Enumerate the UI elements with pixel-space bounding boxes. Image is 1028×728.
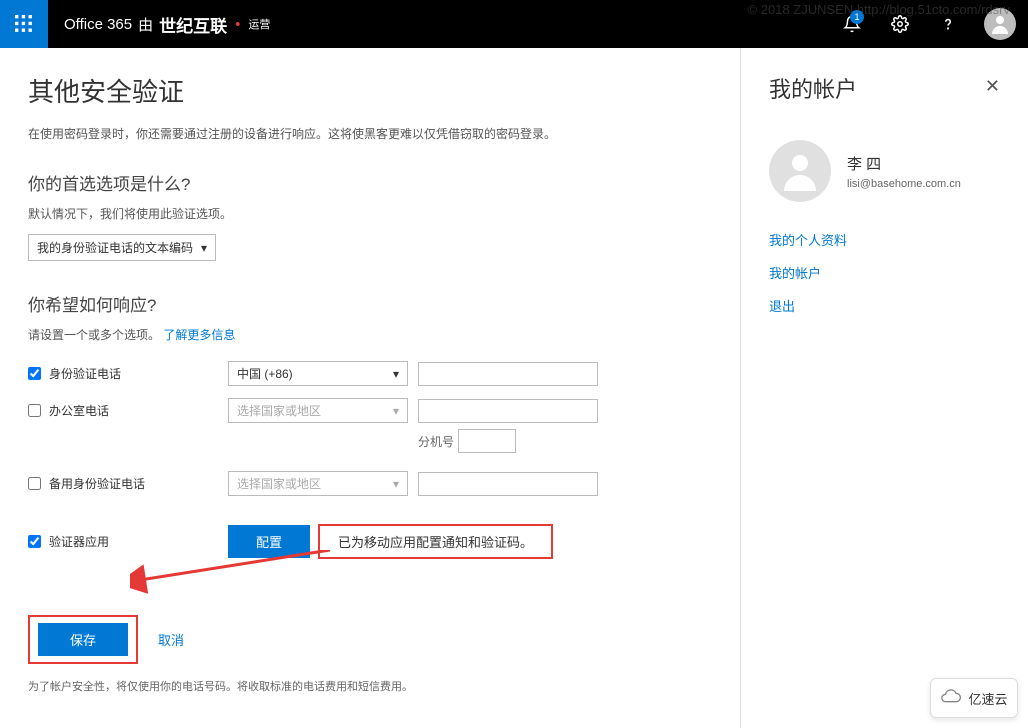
row-office-phone: 办公室电话 选择国家或地区 ▾ [28,392,712,429]
office-phone-country-label: 选择国家或地区 [237,402,321,419]
ext-label: 分机号 [418,433,454,450]
user-email: lisi@basehome.com.cn [847,178,961,190]
row-auth-phone: 身份验证电话 中国 (+86) ▾ [28,355,712,392]
app-launcher-icon[interactable] [0,0,48,48]
row-alt-phone: 备用身份验证电话 选择国家或地区 ▾ [28,465,712,502]
vendor-badge-text: 亿速云 [968,689,1007,708]
office-phone-checkbox[interactable] [28,404,41,417]
brand-operated: 运营 [248,16,270,32]
row-authenticator: 验证器应用 配置 已为移动应用配置通知和验证码。 [28,518,712,565]
brand-text: Office 365 由 世纪互联 • 运营 [64,12,270,37]
user-name: 李 四 [847,153,961,174]
cancel-link[interactable]: 取消 [158,630,184,649]
alt-phone-country-label: 选择国家或地区 [237,475,321,492]
page-intro: 在使用密码登录时，你还需要通过注册的设备进行响应。这将使黑客更难以仅凭借窃取的密… [28,125,712,142]
brand-bold: 世纪互联 [159,12,227,37]
auth-phone-label: 身份验证电话 [49,365,121,382]
extension-input[interactable] [458,429,516,453]
main-content: 其他安全验证 在使用密码登录时，你还需要通过注册的设备进行响应。这将使黑客更难以… [0,48,740,728]
respond-desc: 请设置一个或多个选项。 了解更多信息 [28,326,712,343]
office-phone-input[interactable] [418,399,598,423]
close-icon[interactable]: ✕ [985,76,1000,97]
auth-phone-country-select[interactable]: 中国 (+86) ▾ [228,361,408,386]
row-office-ext: 分机号 [28,429,712,459]
pref-heading: 你的首选选项是什么? [28,170,712,195]
save-highlight: 保存 [28,615,138,664]
layout: 其他安全验证 在使用密码登录时，你还需要通过注册的设备进行响应。这将使黑客更难以… [0,48,1028,728]
auth-phone-input[interactable] [418,362,598,386]
configured-status: 已为移动应用配置通知和验证码。 [318,524,553,559]
alt-phone-input[interactable] [418,472,598,496]
signout-link[interactable]: 退出 [769,296,1000,315]
auth-phone-checkbox[interactable] [28,367,41,380]
office-phone-label: 办公室电话 [49,402,109,419]
chevron-down-icon: ▾ [393,367,399,381]
authenticator-checkbox[interactable] [28,535,41,548]
vendor-badge: 亿速云 [930,678,1018,718]
sidebar-links: 我的个人资料 我的帐户 退出 [769,230,1000,315]
alt-phone-label: 备用身份验证电话 [49,475,145,492]
alt-phone-country-select[interactable]: 选择国家或地区 ▾ [228,471,408,496]
page-title: 其他安全验证 [28,72,712,109]
bottom-actions: 保存 取消 [28,615,712,664]
brand-by: 由 [138,14,153,35]
learn-more-link[interactable]: 了解更多信息 [163,328,235,342]
alt-phone-checkbox[interactable] [28,477,41,490]
chevron-down-icon: ▾ [201,241,207,255]
profile-link[interactable]: 我的个人资料 [769,230,1000,249]
pref-select-label: 我的身份验证电话的文本编码 [37,239,193,256]
office-phone-country-select[interactable]: 选择国家或地区 ▾ [228,398,408,423]
save-button[interactable]: 保存 [38,623,128,656]
sidebar-title: 我的帐户 [769,72,1000,104]
auth-phone-country-label: 中国 (+86) [237,365,293,382]
chevron-down-icon: ▾ [393,404,399,418]
authenticator-label: 验证器应用 [49,533,109,550]
pref-desc: 默认情况下，我们将使用此验证选项。 [28,205,712,222]
user-block: 李 四 lisi@basehome.com.cn [769,140,1000,202]
account-link[interactable]: 我的帐户 [769,263,1000,282]
respond-desc-prefix: 请设置一个或多个选项。 [28,328,160,342]
watermark-text: © 2018 ZJUNSEN http://blog.51cto.com/rds… [748,2,1010,17]
account-sidebar: 我的帐户 ✕ 李 四 lisi@basehome.com.cn 我的个人资料 我… [740,48,1028,728]
user-large-avatar-icon [769,140,831,202]
configure-button[interactable]: 配置 [228,525,310,558]
footer-note: 为了帐户安全性，将仅使用你的电话号码。将收取标准的电话费用和短信费用。 [28,678,712,694]
brand-prefix: Office 365 [64,16,132,33]
pref-select[interactable]: 我的身份验证电话的文本编码 ▾ [28,234,216,261]
chevron-down-icon: ▾ [393,477,399,491]
respond-heading: 你希望如何响应? [28,291,712,316]
brand-dot-icon: • [235,16,240,33]
